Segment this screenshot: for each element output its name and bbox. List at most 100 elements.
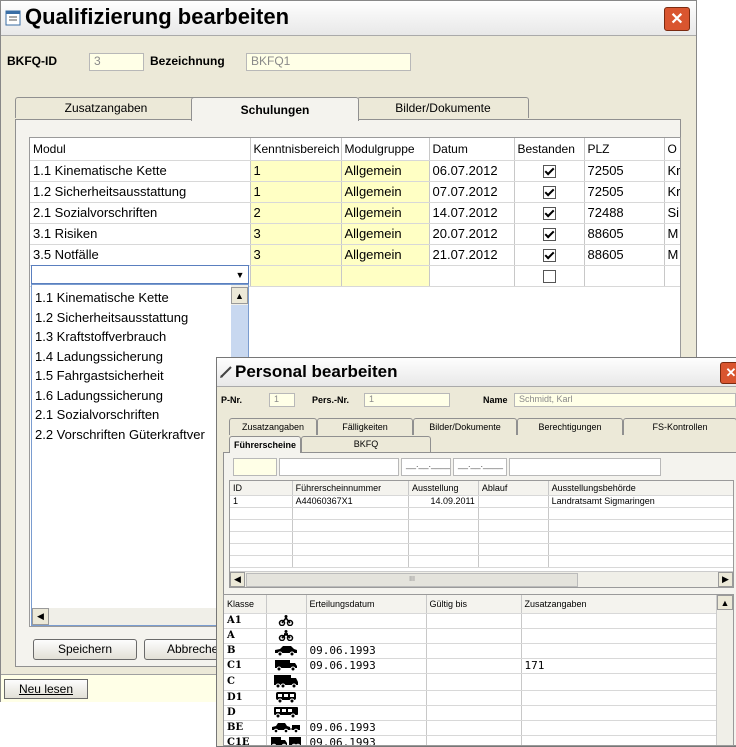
- table-row[interactable]: 1 A44060367X1 14.09.2011 Landratsamt Sigmar…: [230, 495, 733, 508]
- tab-bilder-dokumente[interactable]: Bilder/Dokumente: [413, 418, 517, 435]
- modulgruppe-cell[interactable]: Allgemein: [341, 181, 430, 203]
- id-cell[interactable]: 1: [230, 495, 293, 508]
- scroll-right-button[interactable]: ▶: [718, 572, 733, 587]
- save-button[interactable]: Speichern: [33, 639, 137, 660]
- tab-schulungen[interactable]: Schulungen: [191, 97, 359, 121]
- table-row[interactable]: 3.1 Risiken 3 Allgemein 20.07.2012 88605 M: [30, 223, 680, 245]
- col-header-modul[interactable]: Modul: [30, 138, 251, 161]
- zusatzangaben-cell[interactable]: [521, 705, 717, 721]
- erteilungsdatum-cell[interactable]: [306, 673, 427, 691]
- ablauf-cell[interactable]: [478, 495, 549, 508]
- erteilungsdatum-cell[interactable]: [306, 690, 427, 706]
- modul-cell[interactable]: 1.2 Sicherheitsausstattung: [30, 181, 251, 203]
- datum-cell[interactable]: 14.07.2012: [429, 202, 515, 224]
- modulgruppe-cell[interactable]: Allgemein: [341, 244, 430, 266]
- klasse-row[interactable]: A1: [224, 613, 717, 629]
- col-header[interactable]: Zusatzangaben: [521, 595, 717, 614]
- klasse-cell[interactable]: A1: [224, 613, 267, 629]
- klasse-row[interactable]: B 09.06.1993: [224, 643, 717, 659]
- scroll-left-button[interactable]: ◀: [32, 608, 49, 625]
- zusatzangaben-cell[interactable]: [521, 690, 717, 706]
- tab-berechtigungen[interactable]: Berechtigungen: [517, 418, 623, 435]
- plz-cell[interactable]: 72505: [584, 160, 665, 182]
- reload-button[interactable]: Neu lesen: [4, 679, 88, 699]
- close-button[interactable]: ✕: [664, 7, 690, 31]
- datum-cell[interactable]: 20.07.2012: [429, 223, 515, 245]
- gueltig-bis-cell[interactable]: [426, 690, 522, 706]
- erteilungsdatum-cell[interactable]: 09.06.1993: [306, 643, 427, 659]
- ort-cell[interactable]: [664, 265, 680, 287]
- persnr-field[interactable]: 1: [364, 393, 450, 407]
- col-header[interactable]: [266, 595, 307, 614]
- datum-cell[interactable]: [429, 265, 515, 287]
- datum-cell[interactable]: 07.07.2012: [429, 181, 515, 203]
- klasse-row[interactable]: A: [224, 628, 717, 644]
- tab-zusatzangaben[interactable]: Zusatzangaben: [229, 418, 317, 435]
- table-row[interactable]: 1.2 Sicherheitsausstattung 1 Allgemein 07.0…: [30, 181, 680, 203]
- ausstellung-cell[interactable]: 14.09.2011: [408, 495, 479, 508]
- name-field[interactable]: Schmidt, Karl: [514, 393, 736, 407]
- plz-cell[interactable]: 88605: [584, 223, 665, 245]
- ort-cell[interactable]: Kr: [664, 181, 680, 203]
- dropdown-option[interactable]: 1.6 Ladungssicherung: [32, 386, 231, 406]
- col-header[interactable]: Erteilungsdatum: [306, 595, 427, 614]
- dropdown-option[interactable]: 1.3 Kraftstoffverbrauch: [32, 327, 231, 347]
- tab-zusatzangaben[interactable]: Zusatzangaben: [15, 97, 197, 118]
- erteilungsdatum-cell[interactable]: [306, 613, 427, 629]
- personal-close-button[interactable]: ✕: [720, 362, 736, 384]
- erteilungsdatum-cell[interactable]: 09.06.1993: [306, 720, 427, 736]
- zusatzangaben-cell[interactable]: [521, 643, 717, 659]
- gueltig-bis-cell[interactable]: [426, 720, 522, 736]
- bestanden-checkbox[interactable]: [542, 207, 556, 221]
- col-header-plz[interactable]: PLZ: [584, 138, 665, 161]
- gueltig-bis-cell[interactable]: [426, 613, 522, 629]
- zusatzangaben-cell[interactable]: [521, 613, 717, 629]
- klasse-row[interactable]: C: [224, 673, 717, 691]
- klasse-cell[interactable]: A: [224, 628, 267, 644]
- klasse-cell[interactable]: BE: [224, 720, 267, 736]
- gueltig-bis-cell[interactable]: [426, 628, 522, 644]
- plz-cell[interactable]: 88605: [584, 244, 665, 266]
- scroll-up-button[interactable]: ▲: [231, 287, 248, 304]
- bestanden-checkbox[interactable]: [542, 270, 556, 284]
- klasse-row[interactable]: D: [224, 705, 717, 721]
- modul-cell[interactable]: 1.1 Kinematische Kette: [30, 160, 251, 182]
- ort-cell[interactable]: Kr: [664, 160, 680, 182]
- col-header[interactable]: Ausstellung: [408, 481, 479, 496]
- zusatzangaben-cell[interactable]: [521, 720, 717, 736]
- col-header-bestanden[interactable]: Bestanden: [514, 138, 585, 161]
- filter-id-field[interactable]: [233, 458, 277, 476]
- klasse-cell[interactable]: D: [224, 705, 267, 721]
- filter-behoerde-field[interactable]: [509, 458, 661, 476]
- col-header[interactable]: Klasse: [224, 595, 267, 614]
- erteilungsdatum-cell[interactable]: 09.06.1993: [306, 735, 427, 745]
- scroll-left-button[interactable]: ◀: [230, 572, 245, 587]
- col-header[interactable]: Führerscheinnummer: [292, 481, 409, 496]
- combobox-dropdown-button[interactable]: ▼: [232, 266, 248, 283]
- gueltig-bis-cell[interactable]: [426, 658, 522, 674]
- col-header-modulgruppe[interactable]: Modulgruppe: [341, 138, 430, 161]
- kenntnisbereich-cell[interactable]: 1: [250, 181, 342, 203]
- tab-bkfq[interactable]: BKFQ: [301, 436, 431, 452]
- klasse-cell[interactable]: C: [224, 673, 267, 691]
- klasse-row[interactable]: C1E 09.06.1993: [224, 735, 717, 745]
- bestanden-checkbox[interactable]: [542, 228, 556, 242]
- kenntnisbereich-cell[interactable]: 3: [250, 223, 342, 245]
- plz-cell[interactable]: [584, 265, 665, 287]
- col-header-ort[interactable]: O: [664, 138, 680, 161]
- klasse-cell[interactable]: D1: [224, 690, 267, 706]
- dropdown-option[interactable]: 1.1 Kinematische Kette: [32, 288, 231, 308]
- modul-cell[interactable]: 2.1 Sozialvorschriften: [30, 202, 251, 224]
- gueltig-bis-cell[interactable]: [426, 673, 522, 691]
- datum-cell[interactable]: 21.07.2012: [429, 244, 515, 266]
- modulgruppe-cell[interactable]: Allgemein: [341, 160, 430, 182]
- modulgruppe-cell[interactable]: Allgemein: [341, 223, 430, 245]
- filter-ausstellung-field[interactable]: __.__.____: [401, 458, 451, 476]
- modul-cell[interactable]: 3.1 Risiken: [30, 223, 251, 245]
- dropdown-option[interactable]: 1.2 Sicherheitsausstattung: [32, 308, 231, 328]
- klasse-cell[interactable]: B: [224, 643, 267, 659]
- pnr-field[interactable]: 1: [269, 393, 295, 407]
- klasse-row[interactable]: C1 09.06.1993 171: [224, 658, 717, 674]
- kenntnisbereich-cell[interactable]: 2: [250, 202, 342, 224]
- modulgruppe-cell[interactable]: [341, 265, 430, 287]
